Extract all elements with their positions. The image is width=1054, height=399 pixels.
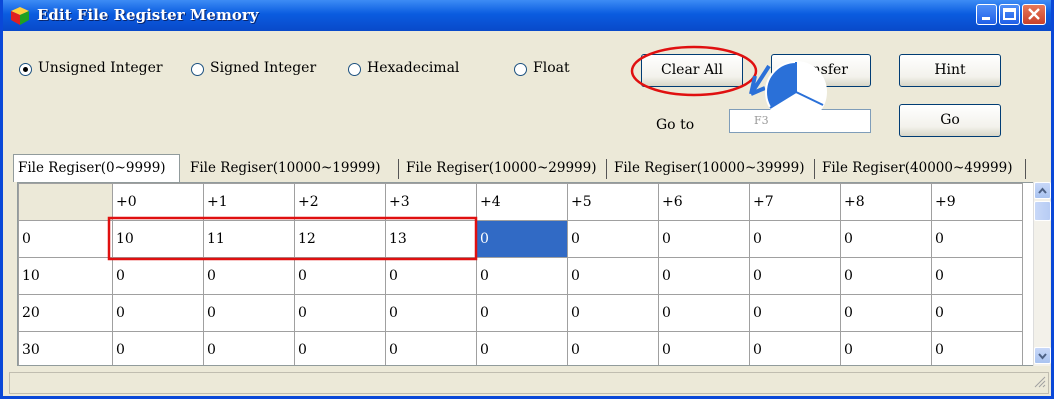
table-row: 10 0 0 0 0 0 0 0 0 0 0 (18, 257, 1023, 295)
transfer-button[interactable]: nsfer (771, 54, 871, 87)
register-cell[interactable]: 0 (385, 257, 477, 295)
radio-button[interactable] (514, 63, 527, 76)
register-cell[interactable]: 0 (658, 220, 750, 258)
corner-cell (18, 183, 113, 221)
scroll-up-icon[interactable] (1034, 182, 1051, 199)
header-row: +0 +1 +2 +3 +4 +5 +6 +7 +8 +9 (18, 183, 1023, 221)
tab-file-register-1[interactable]: File Regiser(10000~19999) (190, 156, 381, 181)
column-header: +7 (749, 183, 841, 221)
register-cell[interactable]: 0 (658, 294, 750, 332)
maximize-icon[interactable] (999, 4, 1020, 25)
minimize-icon[interactable] (976, 4, 997, 25)
tab-file-register-4[interactable]: File Regiser(40000~49999) (822, 156, 1013, 181)
register-cell[interactable]: 0 (385, 331, 477, 365)
radio-label: Float (533, 60, 570, 76)
row-address-header: 10 (18, 257, 113, 295)
radio-label: Hexadecimal (367, 60, 460, 76)
tab-file-register-0[interactable]: File Regiser(0~9999) (13, 154, 180, 182)
register-cell[interactable]: 0 (749, 220, 841, 258)
scroll-down-icon[interactable] (1034, 347, 1051, 364)
register-cell[interactable]: 10 (112, 220, 204, 258)
tab-file-register-3[interactable]: File Regiser(10000~39999) (614, 156, 805, 181)
column-header: +3 (385, 183, 477, 221)
radio-label: Signed Integer (210, 60, 317, 76)
register-cell[interactable]: 0 (476, 257, 568, 295)
register-cell[interactable]: 0 (112, 331, 204, 365)
register-cell[interactable]: 0 (567, 294, 659, 332)
vertical-scrollbar[interactable] (1033, 182, 1051, 366)
column-header: +8 (840, 183, 932, 221)
status-bar (9, 372, 1049, 394)
row-address-header: 20 (18, 294, 113, 332)
register-cell[interactable]: 0 (476, 331, 568, 365)
register-cell[interactable]: 0 (567, 257, 659, 295)
app-cube-icon (9, 5, 31, 27)
scroll-thumb[interactable] (1034, 201, 1051, 221)
register-cell[interactable]: 13 (385, 220, 477, 258)
register-grid[interactable]: +0 +1 +2 +3 +4 +5 +6 +7 +8 +9 0 10 11 12 13 0… (17, 182, 1048, 366)
register-cell[interactable]: 11 (203, 220, 295, 258)
radio-button[interactable] (19, 63, 32, 76)
register-cell[interactable]: 0 (112, 257, 204, 295)
register-cell[interactable]: 0 (840, 220, 932, 258)
resize-grip-icon[interactable] (1032, 373, 1046, 392)
register-cell[interactable]: 0 (840, 257, 932, 295)
window-title: Edit File Register Memory (37, 6, 259, 24)
register-cell[interactable]: 0 (749, 257, 841, 295)
register-cell[interactable]: 12 (294, 220, 386, 258)
register-cell[interactable]: 0 (112, 294, 204, 332)
radio-label: Unsigned Integer (38, 60, 163, 76)
radio-button[interactable] (191, 63, 204, 76)
goto-label: Go to (656, 117, 695, 133)
close-icon[interactable] (1022, 4, 1046, 25)
title-bar[interactable]: Edit File Register Memory (3, 0, 1051, 31)
table-row: 0 10 11 12 13 0 0 0 0 0 0 (18, 220, 1023, 258)
register-cell[interactable]: 0 (476, 220, 568, 258)
register-cell[interactable]: 0 (749, 331, 841, 365)
row-address-header: 0 (18, 220, 113, 258)
column-header: +6 (658, 183, 750, 221)
table-row: 20 0 0 0 0 0 0 0 0 0 0 (18, 294, 1023, 332)
clear-all-button[interactable]: Clear All (641, 54, 743, 87)
register-cell[interactable]: 0 (294, 331, 386, 365)
column-header: +2 (294, 183, 386, 221)
register-cell[interactable]: 0 (931, 220, 1023, 258)
column-header: +0 (112, 183, 204, 221)
register-cell[interactable]: 0 (840, 294, 932, 332)
register-cell[interactable]: 0 (658, 257, 750, 295)
register-cell[interactable]: 0 (203, 257, 295, 295)
column-header: +9 (931, 183, 1023, 221)
register-cell[interactable]: 0 (294, 294, 386, 332)
register-cell[interactable]: 0 (931, 257, 1023, 295)
column-header: +5 (567, 183, 659, 221)
register-cell[interactable]: 0 (476, 294, 568, 332)
go-button[interactable]: Go (899, 104, 1001, 137)
register-cell[interactable]: 0 (931, 331, 1023, 365)
register-cell[interactable]: 0 (840, 331, 932, 365)
goto-input[interactable]: F3 (729, 109, 871, 133)
tab-file-register-2[interactable]: File Regiser(10000~29999) (406, 156, 597, 181)
register-cell[interactable]: 0 (567, 220, 659, 258)
row-address-header: 30 (18, 331, 113, 365)
register-cell[interactable]: 0 (931, 294, 1023, 332)
register-table: +0 +1 +2 +3 +4 +5 +6 +7 +8 +9 0 10 11 12 13 0… (18, 183, 1023, 365)
column-header: +4 (476, 183, 568, 221)
column-header: +1 (203, 183, 295, 221)
register-cell[interactable]: 0 (203, 294, 295, 332)
table-row: 30 0 0 0 0 0 0 0 0 0 0 (18, 331, 1023, 365)
register-cell[interactable]: 0 (294, 257, 386, 295)
radio-button[interactable] (348, 63, 361, 76)
register-cell[interactable]: 0 (203, 331, 295, 365)
hint-button[interactable]: Hint (899, 54, 1001, 87)
register-cell[interactable]: 0 (749, 294, 841, 332)
register-cell[interactable]: 0 (567, 331, 659, 365)
register-cell[interactable]: 0 (658, 331, 750, 365)
edit-file-register-window: Edit File Register Memory Unsigned Integ… (0, 0, 1054, 399)
register-cell[interactable]: 0 (385, 294, 477, 332)
